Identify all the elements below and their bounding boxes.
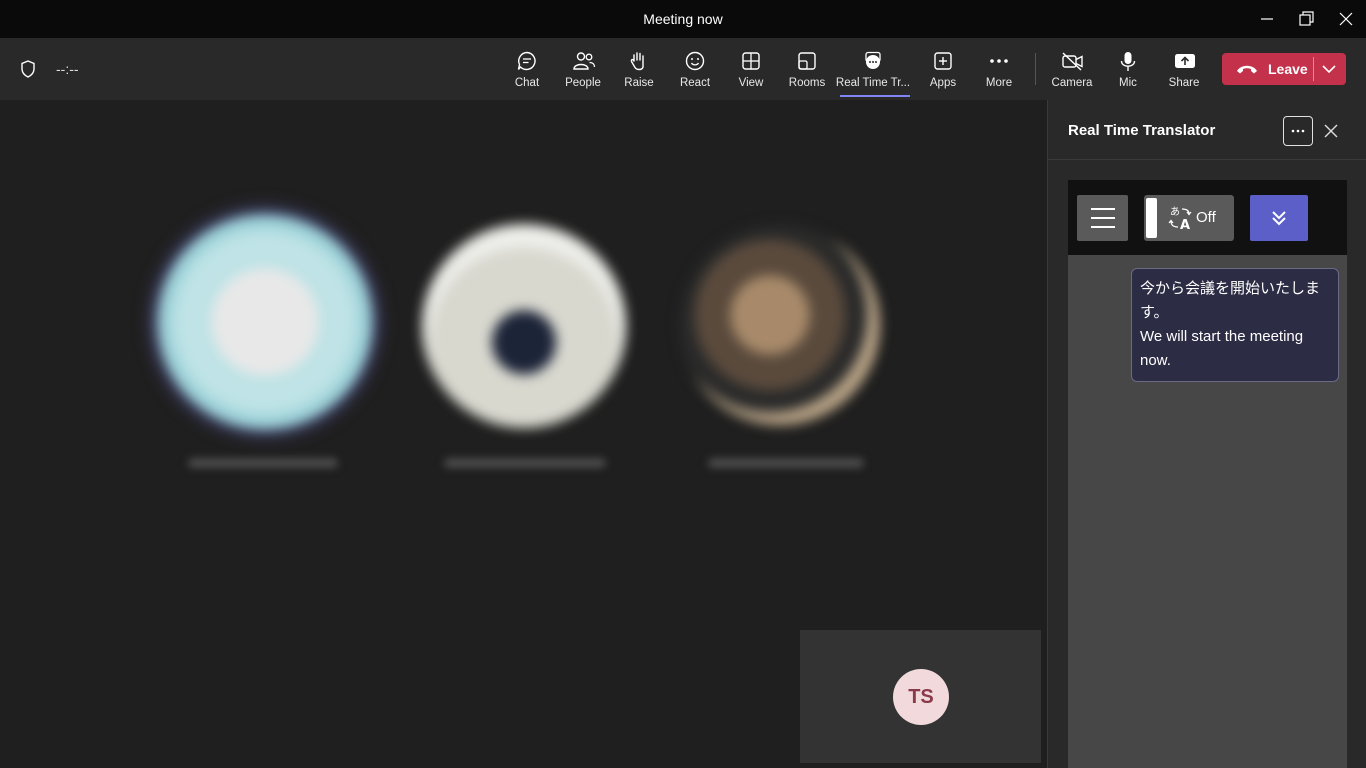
real-time-translator-panel: Real Time Translator あ A Off 今から会議を開始いたし… — [1047, 100, 1366, 768]
translation-message-bubble: 今から会議を開始いたします。 We will start the meeting… — [1131, 268, 1339, 382]
translator-app-frame: あ A Off 今から会議を開始いたします。 We will start the… — [1068, 180, 1347, 768]
rooms-label: Rooms — [788, 77, 826, 89]
participant-avatar — [422, 224, 626, 428]
smiley-icon — [685, 51, 705, 71]
camera-button[interactable]: Camera — [1044, 38, 1100, 100]
participant-name-blurred — [708, 458, 864, 468]
rooms-icon — [798, 52, 816, 70]
leave-label: Leave — [1268, 61, 1308, 77]
active-tab-indicator — [840, 95, 910, 97]
hang-up-icon — [1237, 65, 1257, 74]
ellipsis-icon — [1291, 129, 1305, 133]
people-icon — [573, 52, 596, 70]
participant-name-blurred — [444, 458, 606, 468]
participant-name-blurred — [188, 458, 338, 468]
chat-icon — [517, 51, 536, 71]
menu-button[interactable] — [1077, 195, 1128, 241]
more-label: More — [985, 77, 1013, 89]
participant-tile[interactable] — [680, 225, 880, 468]
window-title: Meeting now — [643, 11, 723, 27]
more-button[interactable]: More — [971, 38, 1027, 100]
hamburger-menu-icon — [1091, 208, 1115, 228]
close-icon — [1324, 124, 1338, 138]
self-avatar: TS — [893, 669, 949, 725]
meeting-timer: --:-- — [56, 61, 79, 77]
participant-avatar — [680, 225, 880, 425]
original-text: 今から会議を開始いたします。 — [1140, 280, 1321, 321]
minimize-icon[interactable] — [1252, 6, 1282, 32]
ellipsis-icon — [990, 59, 1008, 63]
mic-button[interactable]: Mic — [1100, 38, 1156, 100]
svg-text:A: A — [1180, 218, 1190, 231]
meeting-stage: TS — [0, 100, 1046, 768]
share-label: Share — [1168, 77, 1200, 89]
real-time-translator-label: Real Time Tr... — [835, 77, 911, 89]
translator-toolbar: あ A Off — [1068, 180, 1347, 255]
meeting-toolbar: --:-- Chat People Raise React View Rooms… — [0, 38, 1366, 101]
plus-box-icon — [934, 52, 952, 70]
panel-more-options-button[interactable] — [1283, 116, 1313, 146]
title-bar: Meeting now — [0, 0, 1366, 38]
react-button[interactable]: React — [667, 38, 723, 100]
share-button[interactable]: Share — [1156, 38, 1212, 100]
share-icon — [1175, 54, 1195, 68]
people-button[interactable]: People — [555, 38, 611, 100]
translate-icon: あ A — [1168, 206, 1192, 231]
apps-button[interactable]: Apps — [915, 38, 971, 100]
rooms-button[interactable]: Rooms — [779, 38, 835, 100]
panel-title: Real Time Translator — [1068, 122, 1216, 139]
view-button[interactable]: View — [723, 38, 779, 100]
panel-close-button[interactable] — [1320, 120, 1342, 142]
chat-button[interactable]: Chat — [499, 38, 555, 100]
shield-icon[interactable] — [18, 59, 38, 84]
participant-avatar — [158, 215, 372, 429]
svg-text:あ: あ — [1170, 206, 1180, 218]
restore-icon[interactable] — [1291, 6, 1321, 32]
leave-split-divider — [1313, 57, 1314, 81]
translated-text: We will start the meeting now. — [1140, 328, 1304, 369]
panel-divider — [1048, 159, 1366, 160]
leave-button[interactable]: Leave — [1222, 53, 1346, 85]
grid-icon — [742, 52, 760, 70]
double-chevron-down-icon — [1272, 211, 1286, 226]
mic-icon — [1120, 52, 1136, 71]
chevron-down-icon[interactable] — [1321, 63, 1337, 75]
self-video-tile[interactable]: TS — [800, 630, 1041, 763]
participant-tile[interactable] — [150, 215, 380, 468]
hand-icon — [630, 52, 644, 71]
camera-off-icon — [1062, 52, 1083, 71]
raise-hand-button[interactable]: Raise — [611, 38, 667, 100]
toggle-label: Off — [1196, 209, 1216, 226]
toggle-knob — [1146, 198, 1157, 238]
real-time-translator-tab[interactable]: Real Time Tr... — [836, 38, 910, 100]
participant-tile[interactable] — [420, 222, 630, 468]
close-window-icon[interactable] — [1331, 6, 1361, 32]
app-chat-icon — [865, 51, 881, 69]
translate-toggle[interactable]: あ A Off — [1144, 195, 1234, 241]
scroll-to-bottom-button[interactable] — [1250, 195, 1308, 241]
